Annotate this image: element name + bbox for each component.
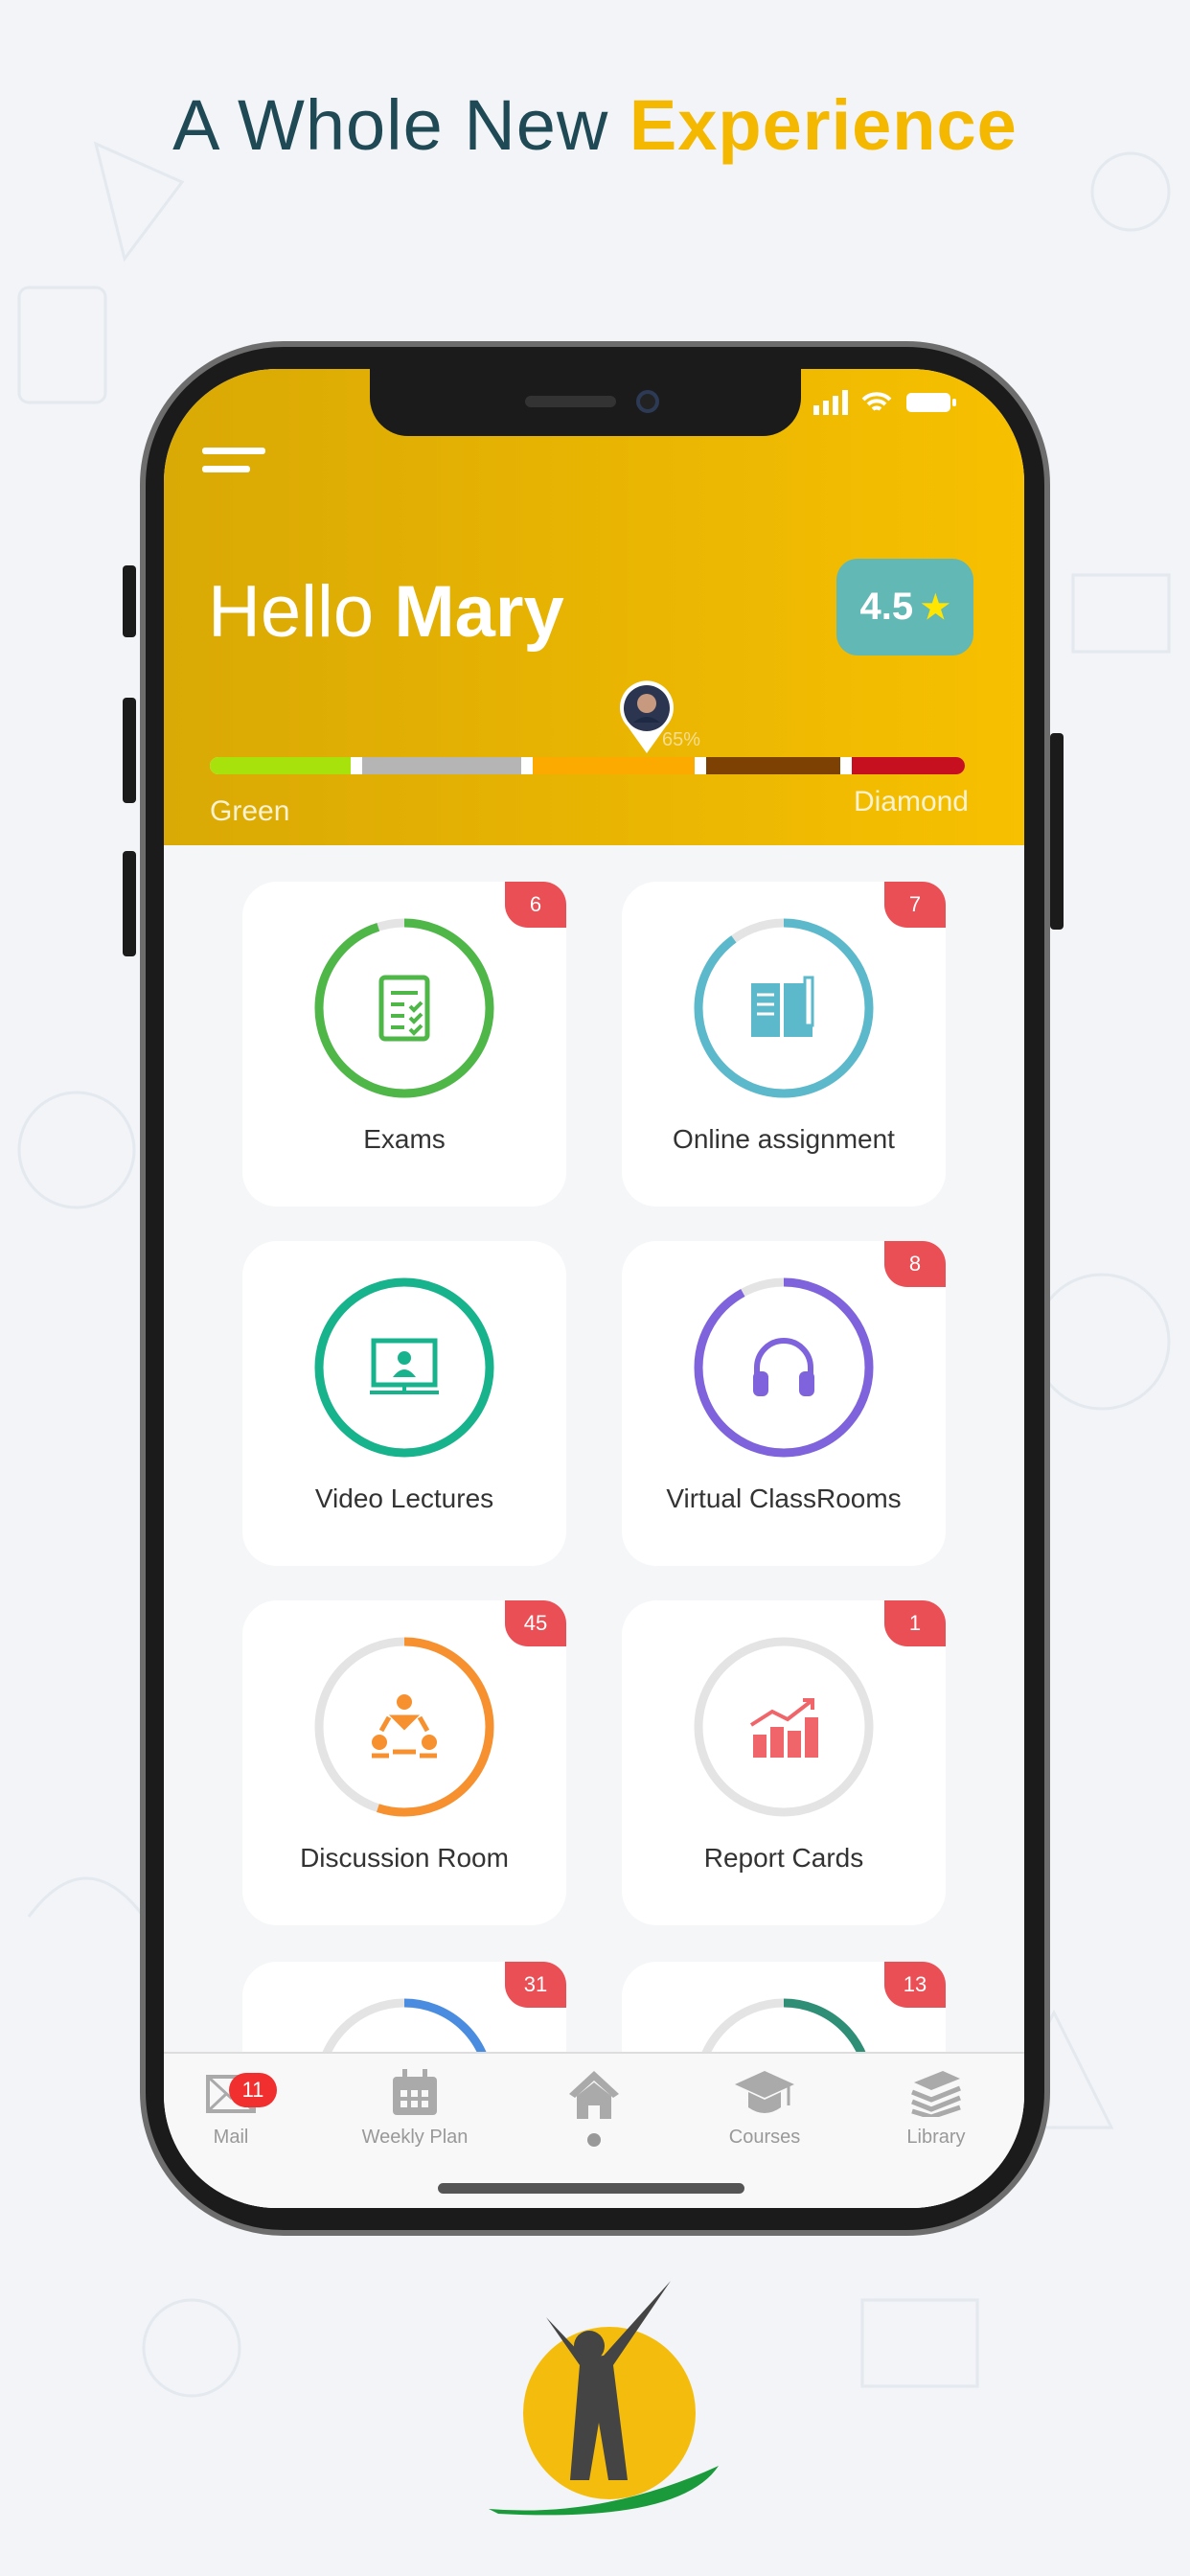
level-end-label: Diamond: [853, 786, 969, 817]
level-start-label: Green: [210, 795, 290, 827]
power-button: [1050, 733, 1064, 930]
graduation-cap-icon: [735, 2071, 794, 2113]
count-badge: 8: [884, 1241, 946, 1287]
count-badge: 7: [884, 882, 946, 928]
tab-library[interactable]: Library: [859, 2069, 1013, 2149]
tab-courses[interactable]: Courses: [688, 2069, 841, 2149]
wifi-icon: [861, 392, 892, 411]
card-exams[interactable]: Exams 6: [242, 882, 566, 1207]
level-segment: [851, 757, 965, 774]
signal-icon: [813, 390, 848, 415]
level-segment: [361, 757, 522, 774]
bar-chart-icon: [749, 1698, 818, 1758]
level-progress-bar: [210, 757, 965, 774]
phone-screen: Hello Mary 4.5 ★ 65% Green Diamond Exams 6…: [164, 369, 1024, 2208]
volume-down-button: [123, 851, 136, 956]
count-badge: 31: [505, 1962, 566, 2008]
hamburger-menu-icon[interactable]: [202, 448, 265, 492]
home-indicator[interactable]: [438, 2183, 744, 2194]
status-bar: [813, 390, 957, 415]
tab-mail[interactable]: Mail 11: [164, 2069, 308, 2149]
card-virtual-classrooms[interactable]: Virtual ClassRooms 8: [622, 1241, 946, 1566]
card-label: Video Lectures: [314, 1484, 494, 1513]
card-label: Exams: [363, 1124, 446, 1154]
calendar-icon: [393, 2069, 437, 2115]
level-segment: [705, 757, 840, 774]
level-segment: [533, 757, 695, 774]
home-icon: [569, 2071, 619, 2119]
books-icon: [911, 2071, 961, 2117]
app-logo: [489, 2281, 719, 2516]
mute-switch: [123, 565, 136, 637]
count-badge: 45: [505, 1600, 566, 1646]
discussion-group-icon: [372, 1694, 437, 1759]
video-lecture-icon: [370, 1338, 439, 1394]
card-discussion-room[interactable]: Discussion Room 45: [242, 1600, 566, 1925]
progress-percent: 65%: [662, 729, 701, 750]
headline: A Whole New Experience: [172, 85, 1018, 165]
headphones-icon: [753, 1338, 814, 1396]
card-report-cards[interactable]: Report Cards 1: [622, 1600, 946, 1925]
card-video-lectures[interactable]: Video Lectures: [242, 1241, 566, 1566]
mail-badge: 11: [229, 2073, 277, 2107]
count-badge: 13: [884, 1962, 946, 2008]
card-label: Report Cards: [703, 1843, 864, 1873]
greeting: Hello Mary: [208, 571, 564, 653]
tab-weekly-plan[interactable]: Weekly Plan: [338, 2069, 492, 2149]
tab-home[interactable]: [517, 2069, 671, 2157]
rating-badge[interactable]: 4.5 ★: [836, 559, 973, 656]
card-label: Online assignment: [673, 1124, 895, 1154]
volume-up-button: [123, 698, 136, 803]
open-book-pencil-icon: [751, 976, 814, 1037]
star-icon: ★: [921, 588, 950, 626]
card-label: Discussion Room: [300, 1843, 509, 1873]
level-segment: [210, 757, 351, 774]
notch: [370, 369, 801, 436]
card-label: Virtual ClassRooms: [666, 1484, 902, 1513]
count-badge: 6: [505, 882, 566, 928]
exam-document-icon: [378, 975, 430, 1042]
bottom-tab-bar: Mail 11 Weekly Plan Courses Library: [164, 2052, 1024, 2208]
battery-icon: [906, 393, 956, 412]
profile-header: Hello Mary 4.5 ★ 65% Green Diamond: [164, 369, 1024, 845]
count-badge: 1: [884, 1600, 946, 1646]
active-dot-icon: [587, 2133, 601, 2147]
card-online-assignment[interactable]: Online assignment 7: [622, 882, 946, 1207]
